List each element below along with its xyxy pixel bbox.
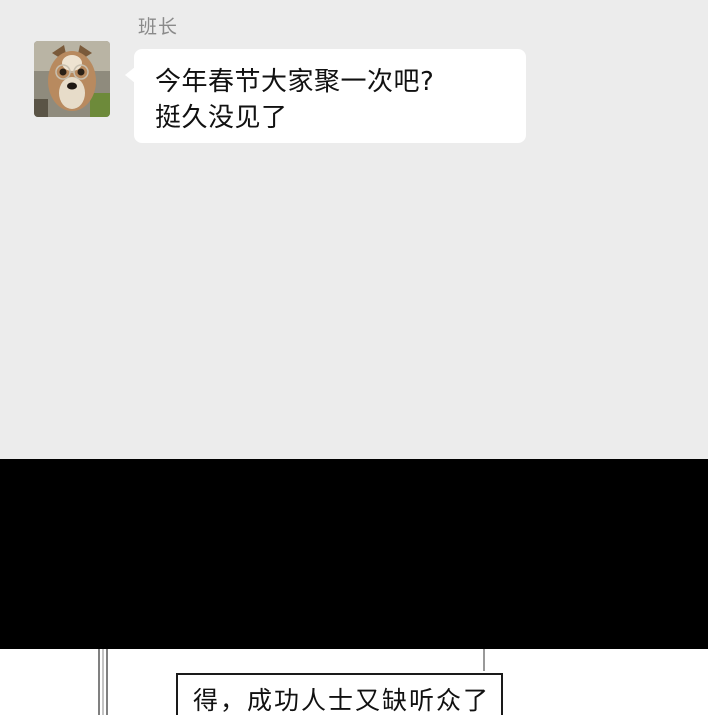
message-text-line-1: 今年春节大家聚一次吧? [155,67,435,97]
black-panel [0,459,708,649]
message-bubble[interactable]: 今年春节大家聚一次吧? 挺久没见了 [125,49,526,143]
message-text-line-2: 挺久没见了 [155,103,288,133]
caption-text: 得，成功人士又缺听众了 [193,686,491,715]
sender-name: 班长 [138,16,179,38]
avatar[interactable] [34,41,110,117]
comic-panel: 得，成功人士又缺听众了 [0,649,708,715]
caption-box: 得，成功人士又缺听众了 [176,673,503,715]
dog-avatar-icon [34,41,110,117]
chat-panel: 班长 今年春节大家聚一次吧? 挺久没见了 [0,0,708,459]
